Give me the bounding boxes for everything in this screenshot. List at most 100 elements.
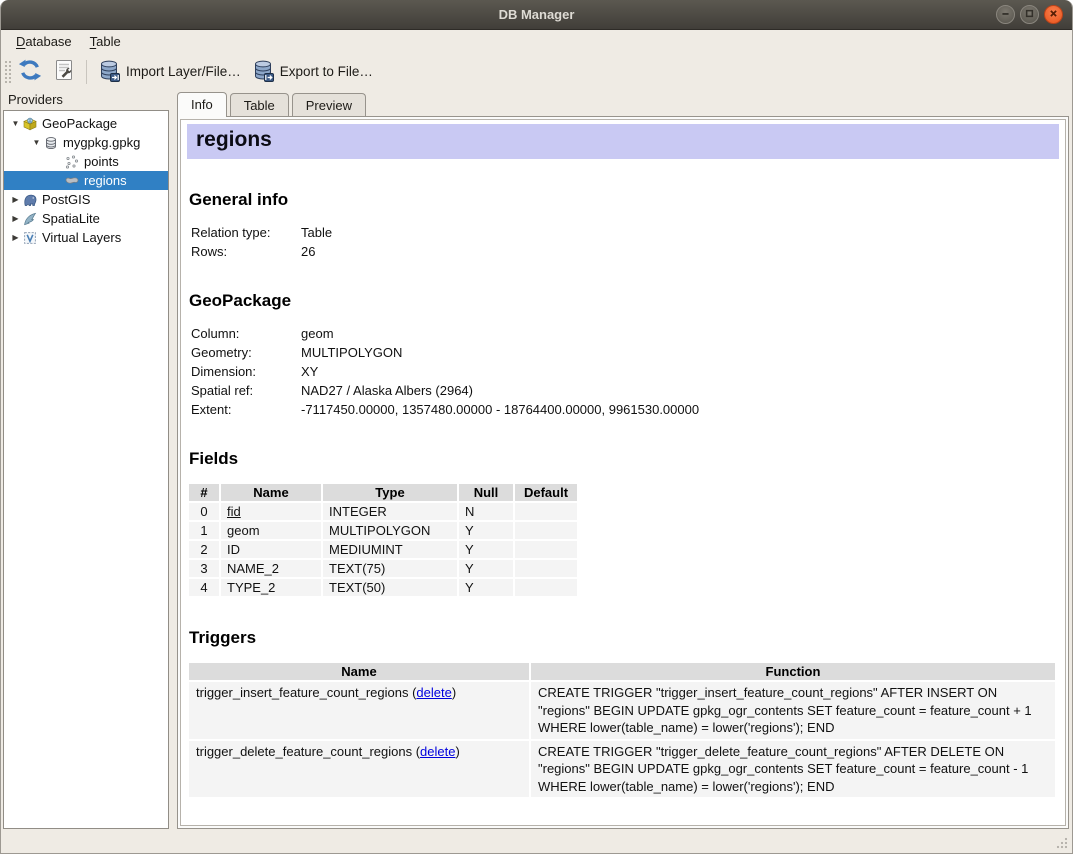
info-row-value: -7117450.00000, 1357480.00000 - 18764400… bbox=[301, 400, 699, 419]
table-row: 4TYPE_2TEXT(50)Y bbox=[189, 579, 577, 596]
postgis-icon bbox=[22, 192, 38, 208]
triggers-table: NameFunction trigger_insert_feature_coun… bbox=[187, 661, 1057, 799]
table-cell: TYPE_2 bbox=[221, 579, 321, 596]
table-cell: 3 bbox=[189, 560, 219, 577]
toolbar-button-label: Import Layer/File… bbox=[126, 64, 241, 79]
tree-item-spatialite[interactable]: ▶ SpatiaLite bbox=[4, 209, 168, 228]
expander-closed-icon[interactable]: ▶ bbox=[9, 214, 22, 223]
providers-label: Providers bbox=[3, 90, 169, 110]
fields-column-header: # bbox=[189, 484, 219, 501]
info-row-label: Column: bbox=[191, 324, 301, 343]
tree-item-mygpkg-gpkg[interactable]: ▼mygpkg.gpkg bbox=[4, 133, 168, 152]
info-row: Extent:-7117450.00000, 1357480.00000 - 1… bbox=[186, 400, 1060, 419]
table-cell bbox=[515, 541, 577, 558]
providers-tree: ▼ GeoPackage ▼mygpkg.gpkg points regions ▶ Pos… bbox=[3, 110, 169, 829]
tree-item-label: GeoPackage bbox=[42, 116, 117, 131]
menu-table[interactable]: Table bbox=[81, 32, 130, 51]
table-cell: ID bbox=[221, 541, 321, 558]
minimize-button[interactable] bbox=[996, 5, 1015, 24]
menu-database[interactable]: Database bbox=[7, 32, 81, 51]
database-icon bbox=[43, 135, 59, 151]
info-row-label: Rows: bbox=[191, 242, 301, 261]
toolbar-drag-handle[interactable] bbox=[4, 60, 11, 84]
tree-item-postgis[interactable]: ▶ PostGIS bbox=[4, 190, 168, 209]
geopackage-rows: Column:geomGeometry:MULTIPOLYGONDimensio… bbox=[186, 324, 1060, 419]
table-cell: TEXT(75) bbox=[323, 560, 457, 577]
tree-item-label: points bbox=[84, 154, 119, 169]
titlebar[interactable]: DB Manager bbox=[1, 0, 1072, 30]
refresh-button[interactable] bbox=[13, 55, 47, 88]
tree-item-points[interactable]: points bbox=[4, 152, 168, 171]
sql-window-button[interactable] bbox=[47, 55, 81, 88]
tree-item-label: regions bbox=[84, 173, 127, 188]
trigger-name: trigger_delete_feature_count_regions ( bbox=[196, 744, 420, 759]
tabbar: InfoTablePreview bbox=[177, 90, 1069, 116]
main-panel: InfoTablePreview regions General info Re… bbox=[177, 90, 1069, 829]
delete-trigger-link[interactable]: delete bbox=[416, 685, 451, 700]
table-row: trigger_insert_feature_count_regions (de… bbox=[189, 682, 1055, 739]
fields-heading: Fields bbox=[189, 449, 1060, 469]
table-cell: TEXT(50) bbox=[323, 579, 457, 596]
minimize-icon bbox=[1000, 6, 1011, 24]
export-to-file-button[interactable]: Export to File… bbox=[246, 55, 378, 88]
sidebar-splitter[interactable] bbox=[169, 90, 177, 831]
info-view: regions General info Relation type:Table… bbox=[180, 119, 1066, 826]
menubar: DatabaseTable bbox=[1, 30, 1072, 53]
table-row: 1geomMULTIPOLYGONY bbox=[189, 522, 577, 539]
sql-window-icon bbox=[52, 58, 76, 85]
table-cell: 1 bbox=[189, 522, 219, 539]
fields-table: #NameTypeNullDefault 0fidINTEGERN1geomMU… bbox=[187, 482, 579, 598]
tab-info[interactable]: Info bbox=[177, 92, 227, 117]
info-row-label: Relation type: bbox=[191, 223, 301, 242]
tab-table[interactable]: Table bbox=[230, 93, 289, 116]
table-row: 3NAME_2TEXT(75)Y bbox=[189, 560, 577, 577]
info-row-label: Geometry: bbox=[191, 343, 301, 362]
db-export-icon bbox=[251, 58, 275, 85]
geopackage-heading: GeoPackage bbox=[189, 291, 1060, 311]
expander-closed-icon[interactable]: ▶ bbox=[9, 233, 22, 242]
delete-trigger-link[interactable]: delete bbox=[420, 744, 455, 759]
table-cell: MULTIPOLYGON bbox=[323, 522, 457, 539]
table-cell: Y bbox=[459, 579, 513, 596]
triggers-column-header: Function bbox=[531, 663, 1055, 680]
content-area: Providers ▼ GeoPackage ▼mygpkg.gpkg points r… bbox=[1, 90, 1072, 831]
table-cell: MEDIUMINT bbox=[323, 541, 457, 558]
table-cell: N bbox=[459, 503, 513, 520]
geopackage-icon bbox=[22, 116, 38, 132]
close-button[interactable] bbox=[1044, 5, 1063, 24]
info-row: Column:geom bbox=[186, 324, 1060, 343]
table-cell: Y bbox=[459, 541, 513, 558]
info-row-label: Extent: bbox=[191, 400, 301, 419]
expander-open-icon[interactable]: ▼ bbox=[30, 138, 43, 147]
polygon-layer-icon bbox=[64, 173, 80, 189]
trigger-name-cell: trigger_insert_feature_count_regions (de… bbox=[189, 682, 529, 739]
db-manager-window: DB Manager DatabaseTable Import Layer/Fi… bbox=[0, 0, 1073, 854]
resize-grip-icon[interactable] bbox=[1055, 836, 1069, 850]
trigger-function-cell: CREATE TRIGGER "trigger_delete_feature_c… bbox=[531, 741, 1055, 798]
fields-column-header: Type bbox=[323, 484, 457, 501]
info-row-value: geom bbox=[301, 324, 334, 343]
window-title: DB Manager bbox=[1, 7, 1072, 22]
info-row-value: Table bbox=[301, 223, 332, 242]
maximize-button[interactable] bbox=[1020, 5, 1039, 24]
import-layer-file-button[interactable]: Import Layer/File… bbox=[92, 55, 246, 88]
tree-item-regions[interactable]: regions bbox=[4, 171, 168, 190]
close-icon bbox=[1048, 6, 1059, 24]
triggers-heading: Triggers bbox=[189, 628, 1060, 648]
tree-item-virtual-layers[interactable]: ▶ Virtual Layers bbox=[4, 228, 168, 247]
info-row-label: Spatial ref: bbox=[191, 381, 301, 400]
tree-item-label: SpatiaLite bbox=[42, 211, 100, 226]
virtual-layers-icon bbox=[22, 230, 38, 246]
table-cell: geom bbox=[221, 522, 321, 539]
tree-item-label: Virtual Layers bbox=[42, 230, 121, 245]
table-row: 0fidINTEGERN bbox=[189, 503, 577, 520]
tree-item-label: PostGIS bbox=[42, 192, 90, 207]
expander-open-icon[interactable]: ▼ bbox=[9, 119, 22, 128]
tree-item-geopackage[interactable]: ▼ GeoPackage bbox=[4, 114, 168, 133]
info-row: Spatial ref:NAD27 / Alaska Albers (2964) bbox=[186, 381, 1060, 400]
table-cell: INTEGER bbox=[323, 503, 457, 520]
expander-closed-icon[interactable]: ▶ bbox=[9, 195, 22, 204]
toolbar-separator bbox=[86, 60, 87, 84]
tab-preview[interactable]: Preview bbox=[292, 93, 366, 116]
info-row: Relation type:Table bbox=[186, 223, 1060, 242]
